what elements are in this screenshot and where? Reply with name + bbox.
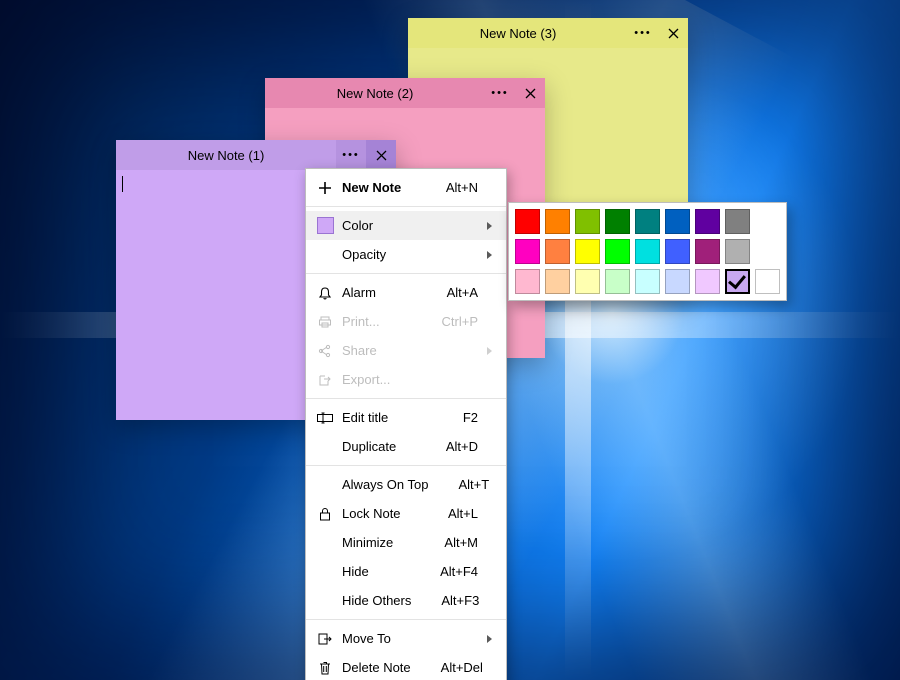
menu-item-export: Export... bbox=[306, 365, 506, 394]
more-icon: ••• bbox=[634, 27, 652, 39]
note-menu-button[interactable]: ••• bbox=[485, 78, 515, 108]
color-swatch[interactable] bbox=[665, 209, 690, 234]
trash-icon bbox=[314, 661, 336, 675]
note-menu-button[interactable]: ••• bbox=[628, 18, 658, 48]
color-swatch-icon bbox=[314, 217, 336, 234]
color-swatch[interactable] bbox=[695, 269, 720, 294]
menu-item-alarm[interactable]: Alarm Alt+A bbox=[306, 278, 506, 307]
plus-icon bbox=[314, 181, 336, 195]
menu-item-print: Print... Ctrl+P bbox=[306, 307, 506, 336]
color-swatch[interactable] bbox=[605, 209, 630, 234]
color-swatch[interactable] bbox=[545, 269, 570, 294]
menu-separator bbox=[306, 273, 506, 274]
menu-item-new-note[interactable]: New Note Alt+N bbox=[306, 173, 506, 202]
color-swatch[interactable] bbox=[605, 239, 630, 264]
submenu-arrow-icon bbox=[487, 251, 492, 259]
color-swatch[interactable] bbox=[545, 239, 570, 264]
color-swatch[interactable] bbox=[695, 239, 720, 264]
menu-item-delete-note[interactable]: Delete Note Alt+Del bbox=[306, 653, 506, 680]
color-swatch[interactable] bbox=[575, 269, 600, 294]
color-swatch[interactable] bbox=[545, 209, 570, 234]
menu-separator bbox=[306, 206, 506, 207]
menu-item-share: Share bbox=[306, 336, 506, 365]
color-swatch[interactable] bbox=[515, 209, 540, 234]
color-swatch[interactable] bbox=[635, 209, 660, 234]
note-title: New Note (3) bbox=[408, 26, 628, 41]
menu-item-duplicate[interactable]: Duplicate Alt+D bbox=[306, 432, 506, 461]
note-title: New Note (2) bbox=[265, 86, 485, 101]
menu-separator bbox=[306, 465, 506, 466]
note-menu-button[interactable]: ••• bbox=[336, 140, 366, 170]
menu-item-move-to[interactable]: Move To bbox=[306, 624, 506, 653]
color-swatch[interactable] bbox=[755, 269, 780, 294]
menu-item-always-on-top[interactable]: Always On Top Alt+T bbox=[306, 470, 506, 499]
move-icon bbox=[314, 632, 336, 646]
context-menu: New Note Alt+N Color Opacity Alarm Alt+A… bbox=[305, 168, 507, 680]
color-swatch[interactable] bbox=[665, 239, 690, 264]
menu-separator bbox=[306, 619, 506, 620]
text-caret bbox=[122, 176, 123, 192]
color-palette bbox=[508, 202, 787, 301]
color-swatch[interactable] bbox=[575, 239, 600, 264]
note-title: New Note (1) bbox=[116, 148, 336, 163]
color-swatch[interactable] bbox=[515, 239, 540, 264]
more-icon: ••• bbox=[342, 149, 360, 161]
color-swatch[interactable] bbox=[515, 269, 540, 294]
color-swatch[interactable] bbox=[725, 239, 750, 264]
menu-item-lock-note[interactable]: Lock Note Alt+L bbox=[306, 499, 506, 528]
color-swatch[interactable] bbox=[725, 269, 750, 294]
printer-icon bbox=[314, 315, 336, 329]
note-close-button[interactable] bbox=[366, 140, 396, 170]
more-icon: ••• bbox=[491, 87, 509, 99]
note-titlebar[interactable]: New Note (3) ••• bbox=[408, 18, 688, 48]
menu-item-color[interactable]: Color bbox=[306, 211, 506, 240]
export-icon bbox=[314, 373, 336, 387]
note-titlebar[interactable]: New Note (1) ••• bbox=[116, 140, 396, 170]
menu-item-minimize[interactable]: Minimize Alt+M bbox=[306, 528, 506, 557]
bell-icon bbox=[314, 286, 336, 300]
color-swatch[interactable] bbox=[665, 269, 690, 294]
submenu-arrow-icon bbox=[487, 222, 492, 230]
submenu-arrow-icon bbox=[487, 347, 492, 355]
note-close-button[interactable] bbox=[515, 78, 545, 108]
close-icon bbox=[525, 88, 536, 99]
note-close-button[interactable] bbox=[658, 18, 688, 48]
rename-icon bbox=[314, 412, 336, 424]
lock-icon bbox=[314, 507, 336, 521]
note-titlebar[interactable]: New Note (2) ••• bbox=[265, 78, 545, 108]
menu-item-hide-others[interactable]: Hide Others Alt+F3 bbox=[306, 586, 506, 615]
close-icon bbox=[668, 28, 679, 39]
menu-item-opacity[interactable]: Opacity bbox=[306, 240, 506, 269]
color-swatch[interactable] bbox=[725, 209, 750, 234]
share-icon bbox=[314, 344, 336, 358]
menu-item-edit-title[interactable]: Edit title F2 bbox=[306, 403, 506, 432]
close-icon bbox=[376, 150, 387, 161]
color-swatch[interactable] bbox=[605, 269, 630, 294]
color-swatch[interactable] bbox=[695, 209, 720, 234]
submenu-arrow-icon bbox=[487, 635, 492, 643]
color-swatch[interactable] bbox=[575, 209, 600, 234]
color-swatch[interactable] bbox=[635, 269, 660, 294]
menu-item-hide[interactable]: Hide Alt+F4 bbox=[306, 557, 506, 586]
menu-separator bbox=[306, 398, 506, 399]
color-swatch[interactable] bbox=[635, 239, 660, 264]
